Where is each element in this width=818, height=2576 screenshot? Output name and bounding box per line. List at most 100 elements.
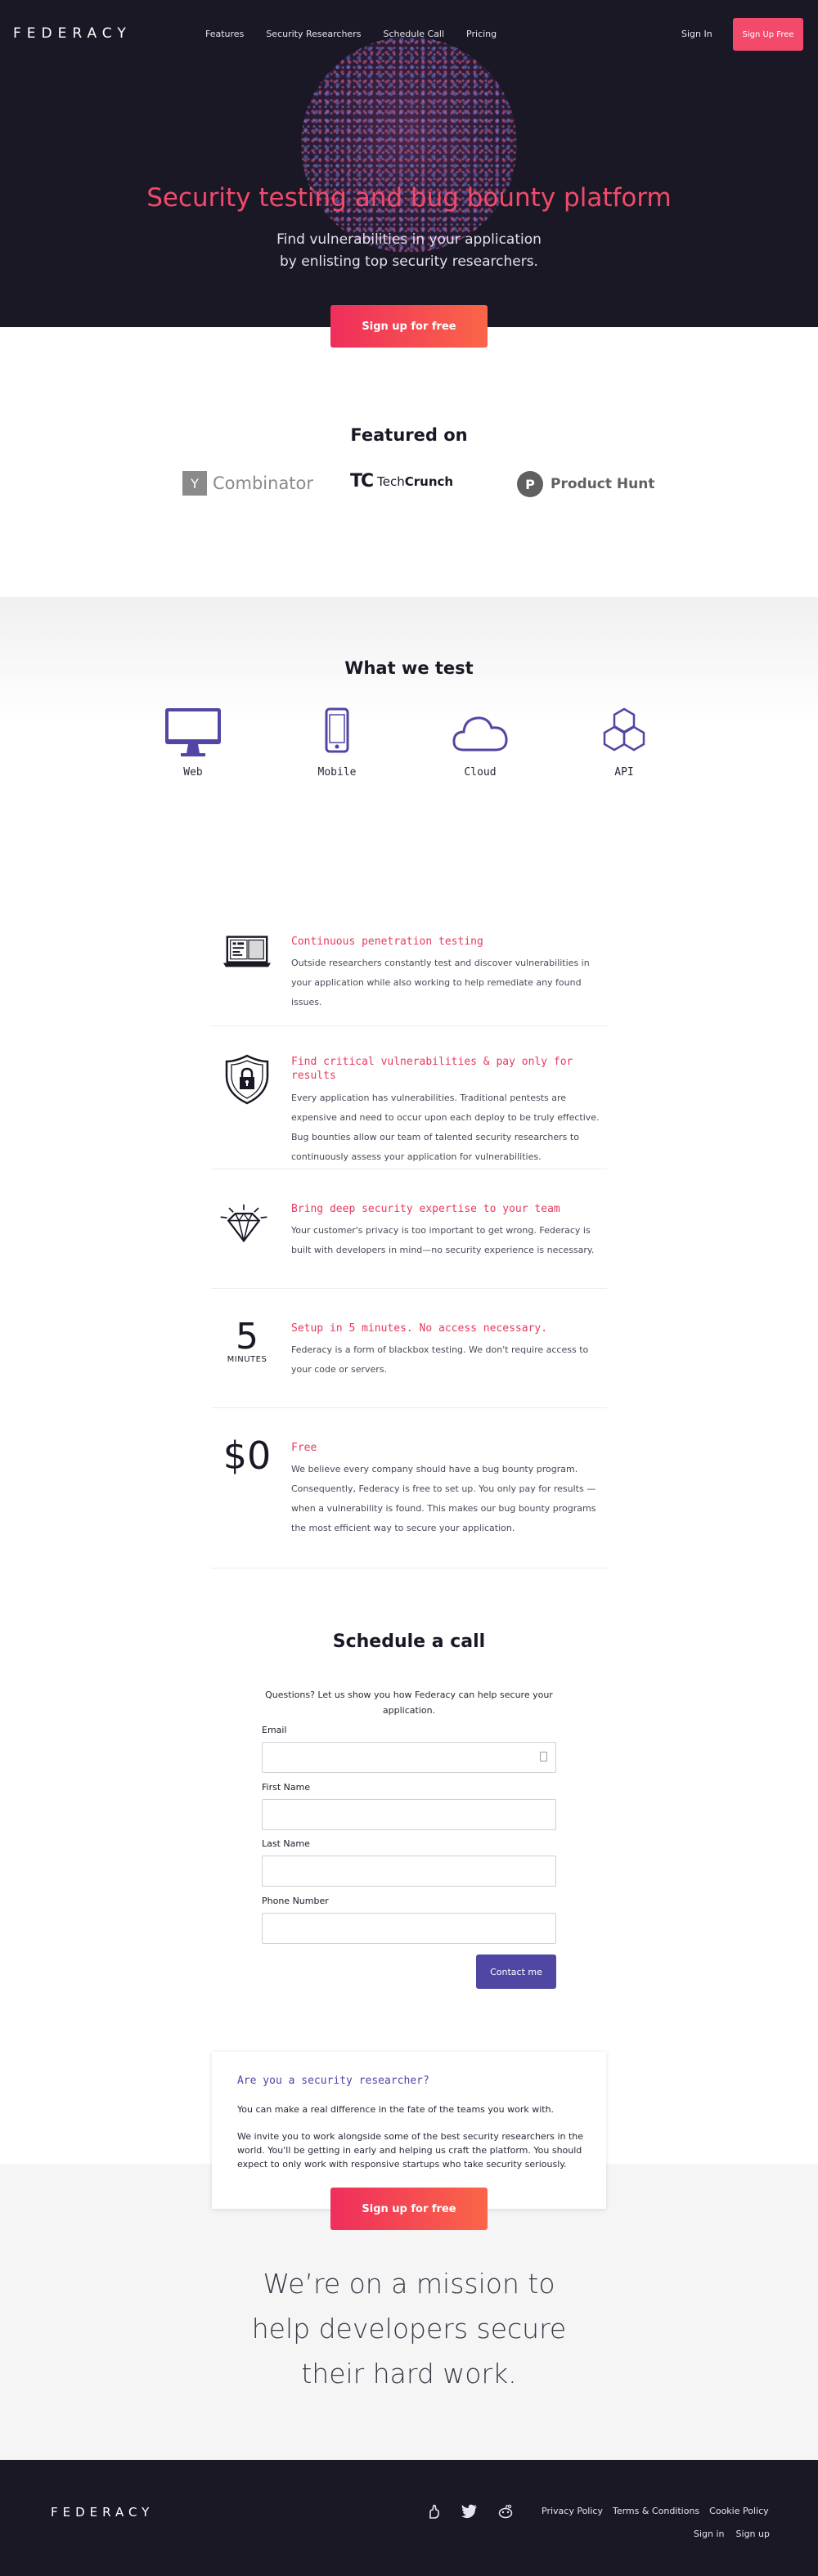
mission-statement: We’re on a mission to help developers se… [0, 2261, 818, 2396]
footer-logo[interactable]: FEDERACY [51, 2505, 154, 2520]
test-item-api: API [575, 707, 673, 779]
hero-signup-button[interactable]: Sign up for free [330, 305, 488, 348]
particle-globe-image [301, 37, 517, 253]
ph-text: Product Hunt [551, 476, 655, 492]
what-we-test-section: What we test Web Mobile Cloud API [0, 597, 818, 879]
ycombinator-logo[interactable]: Y Combinator [182, 471, 313, 496]
feature-body: Federacy is a form of blackbox testing. … [291, 1344, 589, 1375]
what-we-test-title: What we test [344, 658, 474, 678]
feature-body: We believe every company should have a b… [291, 1464, 596, 1533]
logo[interactable]: FEDERACY [13, 25, 132, 42]
footer-sign-in-link[interactable]: Sign in [694, 2529, 725, 2539]
feature-title: Continuous penetration testing [291, 936, 483, 948]
cloud-icon [452, 716, 508, 752]
feature-body: Your customer's privacy is too important… [291, 1225, 595, 1255]
test-item-cloud: Cloud [431, 707, 529, 779]
nav-sign-up-button[interactable]: Sign Up Free [733, 18, 803, 51]
yc-text: Combinator [213, 473, 314, 493]
angellist-icon[interactable] [427, 2504, 442, 2519]
tc-text-a: Tech [377, 473, 405, 489]
researcher-title: Are you a security researcher? [237, 2075, 429, 2087]
reddit-icon[interactable] [497, 2504, 514, 2519]
setup-number: 5 [236, 1315, 258, 1358]
mission-line-2: help developers secure [251, 2313, 567, 2345]
feature-title: Setup in 5 minutes. No access necessary. [291, 1322, 548, 1335]
hero-subtitle: Find vulnerabilities in your application… [0, 229, 818, 273]
test-label-web: Web [183, 766, 203, 779]
laptop-code-icon [222, 935, 272, 984]
test-item-web: Web [144, 707, 242, 779]
last-name-label: Last Name [262, 1838, 310, 1849]
tc-mark: TC [350, 471, 374, 491]
featured-section: Featured on Y Combinator TC Tech Crunch P… [0, 327, 818, 597]
contact-me-button[interactable]: Contact me [476, 1954, 556, 1989]
phone-icon [325, 707, 349, 753]
feature-title: Bring deep security expertise to your te… [291, 1203, 560, 1215]
nav-links: Features Security Researchers Schedule C… [205, 29, 497, 39]
tc-text-b: Crunch [404, 473, 454, 489]
hero-title: Security testing and bug bounty platform [146, 183, 672, 213]
nav-link-schedule-call[interactable]: Schedule Call [383, 29, 444, 39]
phone-label: Phone Number [262, 1896, 329, 1906]
footer-auth-links: Sign in Sign up [694, 2529, 770, 2539]
cookie-policy-link[interactable]: Cookie Policy [709, 2506, 768, 2516]
mission-line-3: their hard work. [301, 2358, 517, 2390]
email-label: Email [262, 1725, 287, 1735]
schedule-subtitle: Questions? Let us show you how Federacy … [265, 1690, 553, 1716]
first-name-field[interactable] [262, 1799, 556, 1830]
test-label-cloud: Cloud [464, 766, 497, 779]
researcher-signup-button[interactable]: Sign up for free [330, 2188, 488, 2230]
test-label-mobile: Mobile [317, 766, 357, 779]
test-item-mobile: Mobile [288, 707, 386, 779]
hero-section: FEDERACY Features Security Researchers S… [0, 0, 818, 327]
privacy-policy-link[interactable]: Privacy Policy [542, 2506, 603, 2516]
schedule-title: Schedule a call [332, 1631, 486, 1652]
yc-mark: Y [182, 471, 207, 496]
social-icons [427, 2504, 514, 2519]
footer-sign-up-link[interactable]: Sign up [736, 2529, 770, 2539]
producthunt-logo[interactable]: P Product Hunt [517, 471, 654, 497]
feature-title: Find critical vulnerabilities & pay only… [291, 1056, 573, 1082]
hero-subtitle-line1: Find vulnerabilities in your application [276, 231, 542, 248]
features-section: Continuous penetration testing Outside r… [0, 879, 818, 1869]
setup-time-figure: 5 MINUTES [222, 1317, 272, 1366]
feature-row: Continuous penetration testing Outside r… [211, 920, 607, 1026]
diamond-icon [219, 1200, 268, 1250]
techcrunch-logo[interactable]: TC Tech Crunch [350, 471, 453, 491]
feature-body: Outside researchers constantly test and … [291, 958, 590, 1008]
phone-field[interactable] [262, 1913, 556, 1944]
monitor-icon [165, 708, 221, 756]
nav-link-security-researchers[interactable]: Security Researchers [266, 29, 361, 39]
hexagons-icon [603, 707, 645, 752]
price-figure: $0 [222, 1434, 272, 1487]
feature-body: Every application has vulnerabilities. T… [291, 1093, 600, 1162]
nav-link-pricing[interactable]: Pricing [466, 29, 497, 39]
footer: FEDERACY Privacy Policy Terms & Conditio… [0, 2460, 818, 2576]
ph-mark: P [517, 471, 543, 497]
feature-row: Find critical vulnerabilities & pay only… [211, 1026, 607, 1169]
test-label-api: API [614, 766, 634, 779]
price-number: $0 [222, 1434, 272, 1478]
shield-lock-icon [222, 1054, 272, 1105]
feature-row: $0 Free We believe every company should … [211, 1408, 607, 1568]
mission-line-1: We’re on a mission to [263, 2268, 555, 2300]
nav-sign-in-link[interactable]: Sign In [681, 29, 712, 39]
feature-title: Free [291, 1442, 317, 1454]
top-nav: FEDERACY Features Security Researchers S… [0, 0, 818, 67]
twitter-icon[interactable] [461, 2504, 478, 2519]
terms-link[interactable]: Terms & Conditions [613, 2506, 699, 2516]
email-field[interactable] [262, 1742, 556, 1773]
researcher-paragraph-1: You can make a real difference in the fa… [237, 2104, 555, 2115]
feature-row: Bring deep security expertise to your te… [211, 1169, 607, 1289]
feature-row: 5 MINUTES Setup in 5 minutes. No access … [211, 1289, 607, 1408]
hero-subtitle-line2: by enlisting top security researchers. [280, 254, 538, 270]
researcher-paragraph-2: We invite you to work alongside some of … [237, 2131, 584, 2170]
nav-link-features[interactable]: Features [205, 29, 244, 39]
autofill-icon[interactable] [540, 1752, 547, 1761]
researcher-card: Are you a security researcher? You can m… [212, 2052, 606, 2209]
featured-title: Featured on [350, 425, 468, 445]
footer-links: Privacy Policy Terms & Conditions Cookie… [542, 2506, 769, 2516]
first-name-label: First Name [262, 1782, 311, 1793]
setup-unit: MINUTES [227, 1354, 267, 1364]
last-name-field[interactable] [262, 1856, 556, 1887]
